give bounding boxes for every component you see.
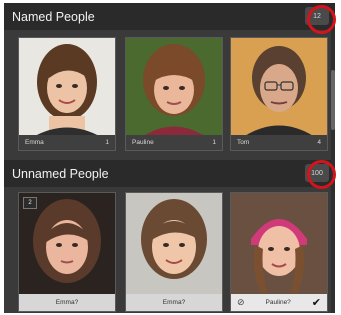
named-person-card-tom[interactable]: Tom 4 [230,37,328,151]
face-photo-unnamed-2 [126,193,222,296]
unnamed-people-header[interactable]: Unnamed People 100 [4,160,335,187]
named-person-card-emma[interactable]: Emma 1 [18,37,116,151]
name-suggestion-bar[interactable]: Emma? [19,294,115,311]
unnamed-people-count-badge: 100 [305,164,329,182]
named-person-caption: Emma 1 [19,135,115,150]
unnamed-face-card[interactable]: Emma? [125,192,223,312]
person-name: Emma [25,139,44,146]
suggestion-label: Pauline? [265,299,291,306]
named-people-header[interactable]: Named People 12 [4,3,335,30]
stack-index-badge: 2 [23,197,37,209]
reject-icon[interactable]: ⊘ [237,297,245,308]
face-photo-unnamed-3 [231,193,327,296]
scrollbar[interactable] [331,30,335,313]
photo-count: 1 [105,139,109,146]
photo-count: 1 [212,139,216,146]
name-suggestion-bar[interactable]: ⊘ Pauline? ✔ [231,294,327,311]
name-suggestion-bar[interactable]: Emma? [126,294,222,311]
unnamed-face-card[interactable]: 2 Emma? [18,192,116,312]
suggestion-label: Emma? [55,299,79,306]
named-person-caption: Tom 4 [231,135,327,150]
unnamed-face-card[interactable]: ⊘ Pauline? ✔ [230,192,328,312]
face-photo-emma [19,38,115,137]
person-name: Pauline [132,139,154,146]
face-photo-pauline [126,38,222,137]
face-photo-tom [231,38,327,137]
named-people-title: Named People [12,9,95,24]
person-name: Tom [237,139,250,146]
scroll-thumb[interactable] [331,70,335,130]
named-people-count-badge: 12 [305,7,329,25]
photo-count: 4 [317,139,321,146]
named-person-card-pauline[interactable]: Pauline 1 [125,37,223,151]
people-panel: Named People 12 Emma 1 Pauline 1 Tom 4 U… [4,3,335,313]
named-person-caption: Pauline 1 [126,135,222,150]
check-icon[interactable]: ✔ [312,296,321,309]
unnamed-people-title: Unnamed People [12,166,109,181]
suggestion-label: Emma? [162,299,186,306]
